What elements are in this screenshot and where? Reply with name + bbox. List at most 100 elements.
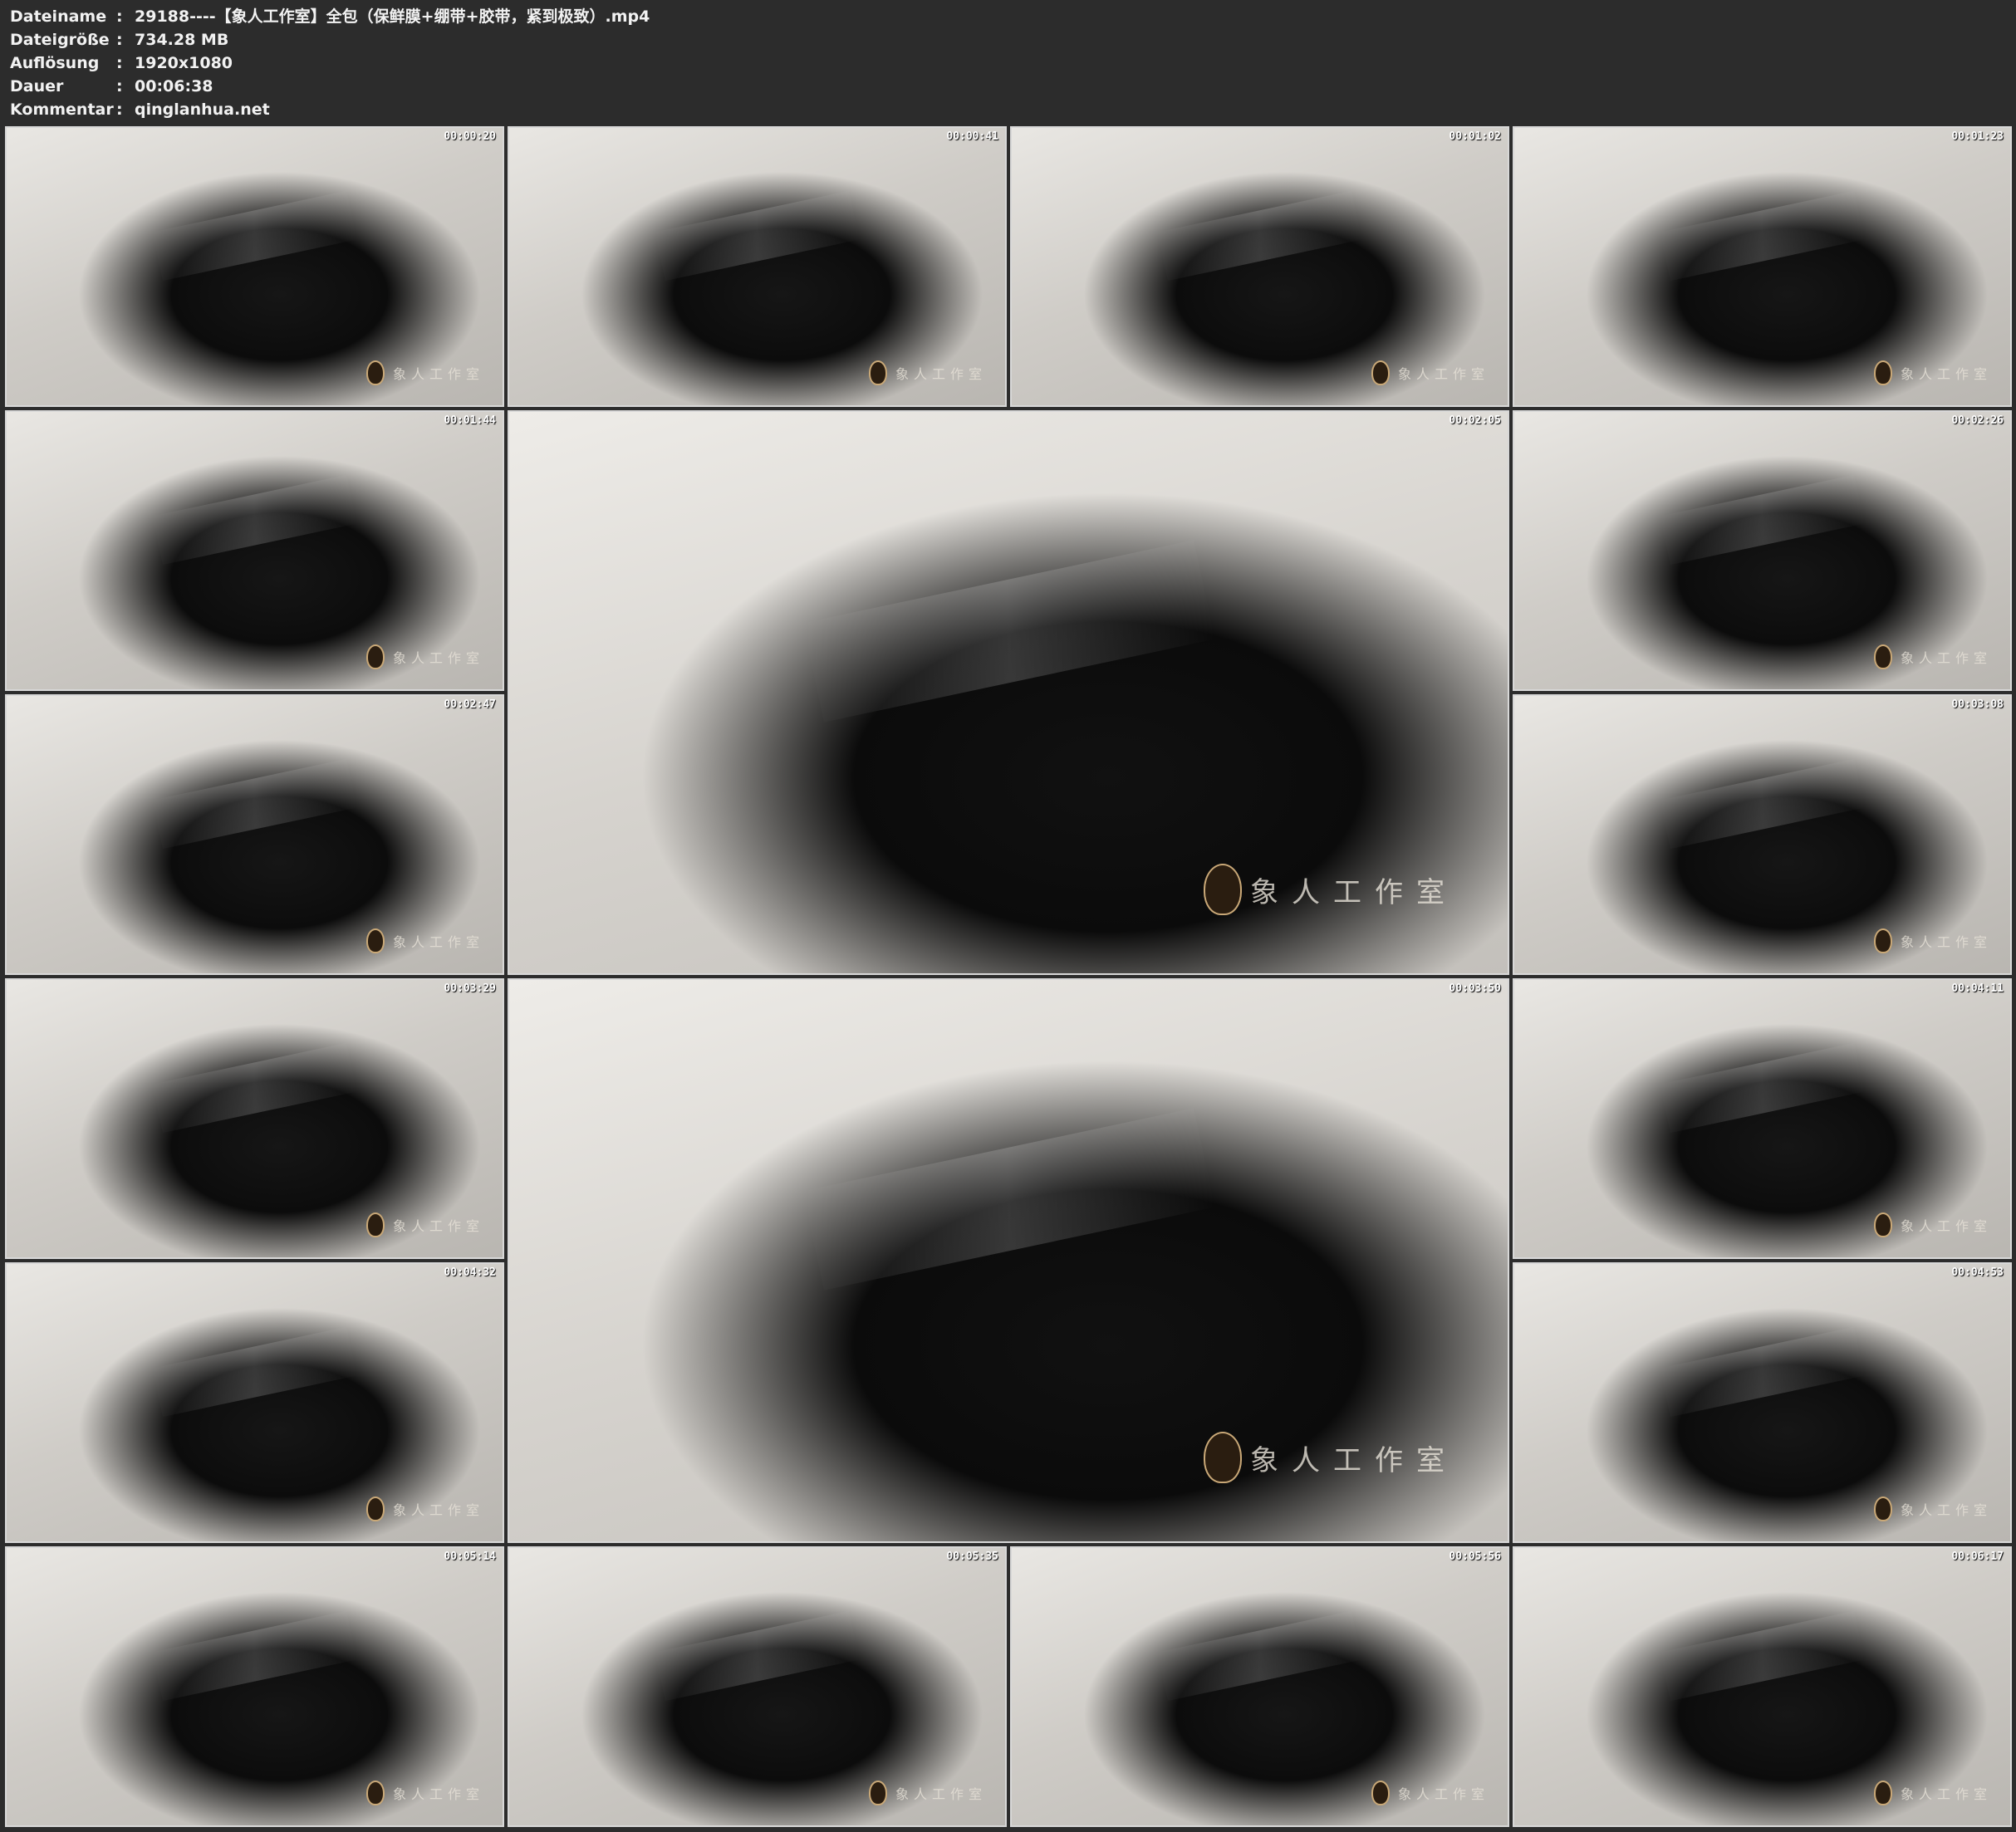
studio-watermark: 象人工作室 bbox=[1873, 1212, 1992, 1237]
thumbnail-timestamp: 00:05:35 bbox=[946, 1550, 998, 1563]
watermark-text: 象人工作室 bbox=[1397, 366, 1489, 382]
studio-watermark: 象人工作室 bbox=[1873, 644, 1992, 669]
watermark-text: 象人工作室 bbox=[1900, 650, 1992, 666]
watermark-text: 象人工作室 bbox=[392, 1218, 484, 1234]
watermark-text: 象人工作室 bbox=[392, 650, 484, 666]
watermark-text: 象人工作室 bbox=[1250, 875, 1458, 909]
watermark-text: 象人工作室 bbox=[1900, 1786, 1992, 1802]
video-thumbnail: 00:01:44 象人工作室 bbox=[5, 410, 504, 691]
film-highlight bbox=[655, 1611, 860, 1702]
studio-logo-icon bbox=[868, 1781, 887, 1805]
studio-watermark: 象人工作室 bbox=[1873, 1496, 1992, 1521]
studio-watermark: 象人工作室 bbox=[1204, 1432, 1458, 1483]
video-thumbnail: 00:06:17 象人工作室 bbox=[1513, 1546, 2012, 1827]
video-thumbnail: 00:01:02 象人工作室 bbox=[1010, 126, 1509, 407]
video-thumbnail: 00:04:32 象人工作室 bbox=[5, 1262, 504, 1543]
watermark-text: 象人工作室 bbox=[1250, 1443, 1458, 1477]
studio-watermark: 象人工作室 bbox=[365, 1212, 484, 1237]
film-highlight bbox=[152, 1043, 357, 1134]
thumbnail-timestamp: 00:05:56 bbox=[1449, 1550, 1501, 1563]
film-highlight bbox=[655, 191, 860, 282]
studio-watermark: 象人工作室 bbox=[1873, 928, 1992, 953]
watermark-text: 象人工作室 bbox=[392, 1786, 484, 1802]
thumbnail-grid: 00:00:20 象人工作室 00:00:41 象人工作室 00:01:02 象人工作室 0… bbox=[0, 0, 2016, 1832]
studio-logo-icon bbox=[1371, 360, 1390, 385]
film-highlight bbox=[1660, 1327, 1865, 1418]
video-thumbnail: 00:05:14 象人工作室 bbox=[5, 1546, 504, 1827]
watermark-text: 象人工作室 bbox=[392, 366, 484, 382]
studio-watermark: 象人工作室 bbox=[868, 1781, 987, 1805]
studio-watermark: 象人工作室 bbox=[365, 644, 484, 669]
studio-watermark: 象人工作室 bbox=[1371, 360, 1489, 385]
studio-watermark: 象人工作室 bbox=[365, 1781, 484, 1805]
watermark-text: 象人工作室 bbox=[392, 934, 484, 950]
watermark-text: 象人工作室 bbox=[1900, 366, 1992, 382]
studio-watermark: 象人工作室 bbox=[1873, 360, 1992, 385]
video-thumbnail: 00:05:56 象人工作室 bbox=[1010, 1546, 1509, 1827]
studio-logo-icon bbox=[365, 1496, 385, 1521]
film-highlight bbox=[152, 475, 357, 566]
film-highlight bbox=[802, 1108, 1214, 1291]
thumbnail-timestamp: 00:02:47 bbox=[444, 698, 496, 711]
video-thumbnail: 00:01:23 象人工作室 bbox=[1513, 126, 2012, 407]
thumbnail-timestamp: 00:03:50 bbox=[1449, 982, 1501, 995]
studio-watermark: 象人工作室 bbox=[1204, 864, 1458, 915]
watermark-text: 象人工作室 bbox=[1900, 1502, 1992, 1518]
film-highlight bbox=[152, 1611, 357, 1702]
thumbnail-timestamp: 00:05:14 bbox=[444, 1550, 496, 1563]
studio-logo-icon bbox=[1204, 864, 1242, 915]
film-highlight bbox=[152, 1327, 357, 1418]
thumbnail-timestamp: 00:02:05 bbox=[1449, 414, 1501, 427]
studio-logo-icon bbox=[1873, 1212, 1892, 1237]
studio-logo-icon bbox=[365, 1781, 385, 1805]
studio-watermark: 象人工作室 bbox=[365, 360, 484, 385]
film-highlight bbox=[1660, 475, 1865, 566]
studio-watermark: 象人工作室 bbox=[1371, 1781, 1489, 1805]
watermark-text: 象人工作室 bbox=[895, 1786, 987, 1802]
thumbnail-timestamp: 00:02:26 bbox=[1951, 414, 2004, 427]
thumbnail-timestamp: 00:01:44 bbox=[444, 414, 496, 427]
thumbnail-timestamp: 00:00:20 bbox=[444, 130, 496, 143]
studio-logo-icon bbox=[868, 360, 887, 385]
studio-logo-icon bbox=[365, 1212, 385, 1237]
thumbnail-timestamp: 00:04:32 bbox=[444, 1266, 496, 1279]
video-thumbnail: 00:00:41 象人工作室 bbox=[508, 126, 1007, 407]
studio-watermark: 象人工作室 bbox=[365, 1496, 484, 1521]
video-thumbnail: 00:03:08 象人工作室 bbox=[1513, 694, 2012, 975]
thumbnail-timestamp: 00:03:29 bbox=[444, 982, 496, 995]
studio-logo-icon bbox=[365, 644, 385, 669]
film-highlight bbox=[1157, 191, 1362, 282]
studio-logo-icon bbox=[1873, 360, 1892, 385]
film-highlight bbox=[152, 191, 357, 282]
thumbnail-timestamp: 00:01:02 bbox=[1449, 130, 1501, 143]
studio-logo-icon bbox=[1371, 1781, 1390, 1805]
thumbnail-timestamp: 00:03:08 bbox=[1951, 698, 2004, 711]
studio-logo-icon bbox=[1873, 1781, 1892, 1805]
video-thumbnail: 00:00:20 象人工作室 bbox=[5, 126, 504, 407]
film-highlight bbox=[1660, 1611, 1865, 1702]
studio-logo-icon bbox=[1204, 1432, 1242, 1483]
thumbnail-timestamp: 00:01:23 bbox=[1951, 130, 2004, 143]
film-highlight bbox=[1660, 1043, 1865, 1134]
studio-logo-icon bbox=[365, 928, 385, 953]
watermark-text: 象人工作室 bbox=[1397, 1786, 1489, 1802]
thumbnail-timestamp: 00:06:17 bbox=[1951, 1550, 2004, 1563]
watermark-text: 象人工作室 bbox=[1900, 934, 1992, 950]
video-thumbnail: 00:04:53 象人工作室 bbox=[1513, 1262, 2012, 1543]
studio-logo-icon bbox=[1873, 928, 1892, 953]
watermark-text: 象人工作室 bbox=[1900, 1218, 1992, 1234]
video-thumbnail: 00:05:35 象人工作室 bbox=[508, 1546, 1007, 1827]
video-thumbnail: 00:02:26 象人工作室 bbox=[1513, 410, 2012, 691]
watermark-text: 象人工作室 bbox=[895, 366, 987, 382]
thumbnail-timestamp: 00:04:53 bbox=[1951, 1266, 2004, 1279]
video-thumbnail: 00:03:29 象人工作室 bbox=[5, 978, 504, 1259]
video-thumbnail: 00:02:47 象人工作室 bbox=[5, 694, 504, 975]
thumbnail-timestamp: 00:00:41 bbox=[946, 130, 998, 143]
video-thumbnail: 00:04:11 象人工作室 bbox=[1513, 978, 2012, 1259]
thumbnail-timestamp: 00:04:11 bbox=[1951, 982, 2004, 995]
film-highlight bbox=[1660, 191, 1865, 282]
studio-watermark: 象人工作室 bbox=[365, 928, 484, 953]
studio-watermark: 象人工作室 bbox=[868, 360, 987, 385]
studio-logo-icon bbox=[1873, 1496, 1892, 1521]
film-highlight bbox=[1660, 759, 1865, 850]
